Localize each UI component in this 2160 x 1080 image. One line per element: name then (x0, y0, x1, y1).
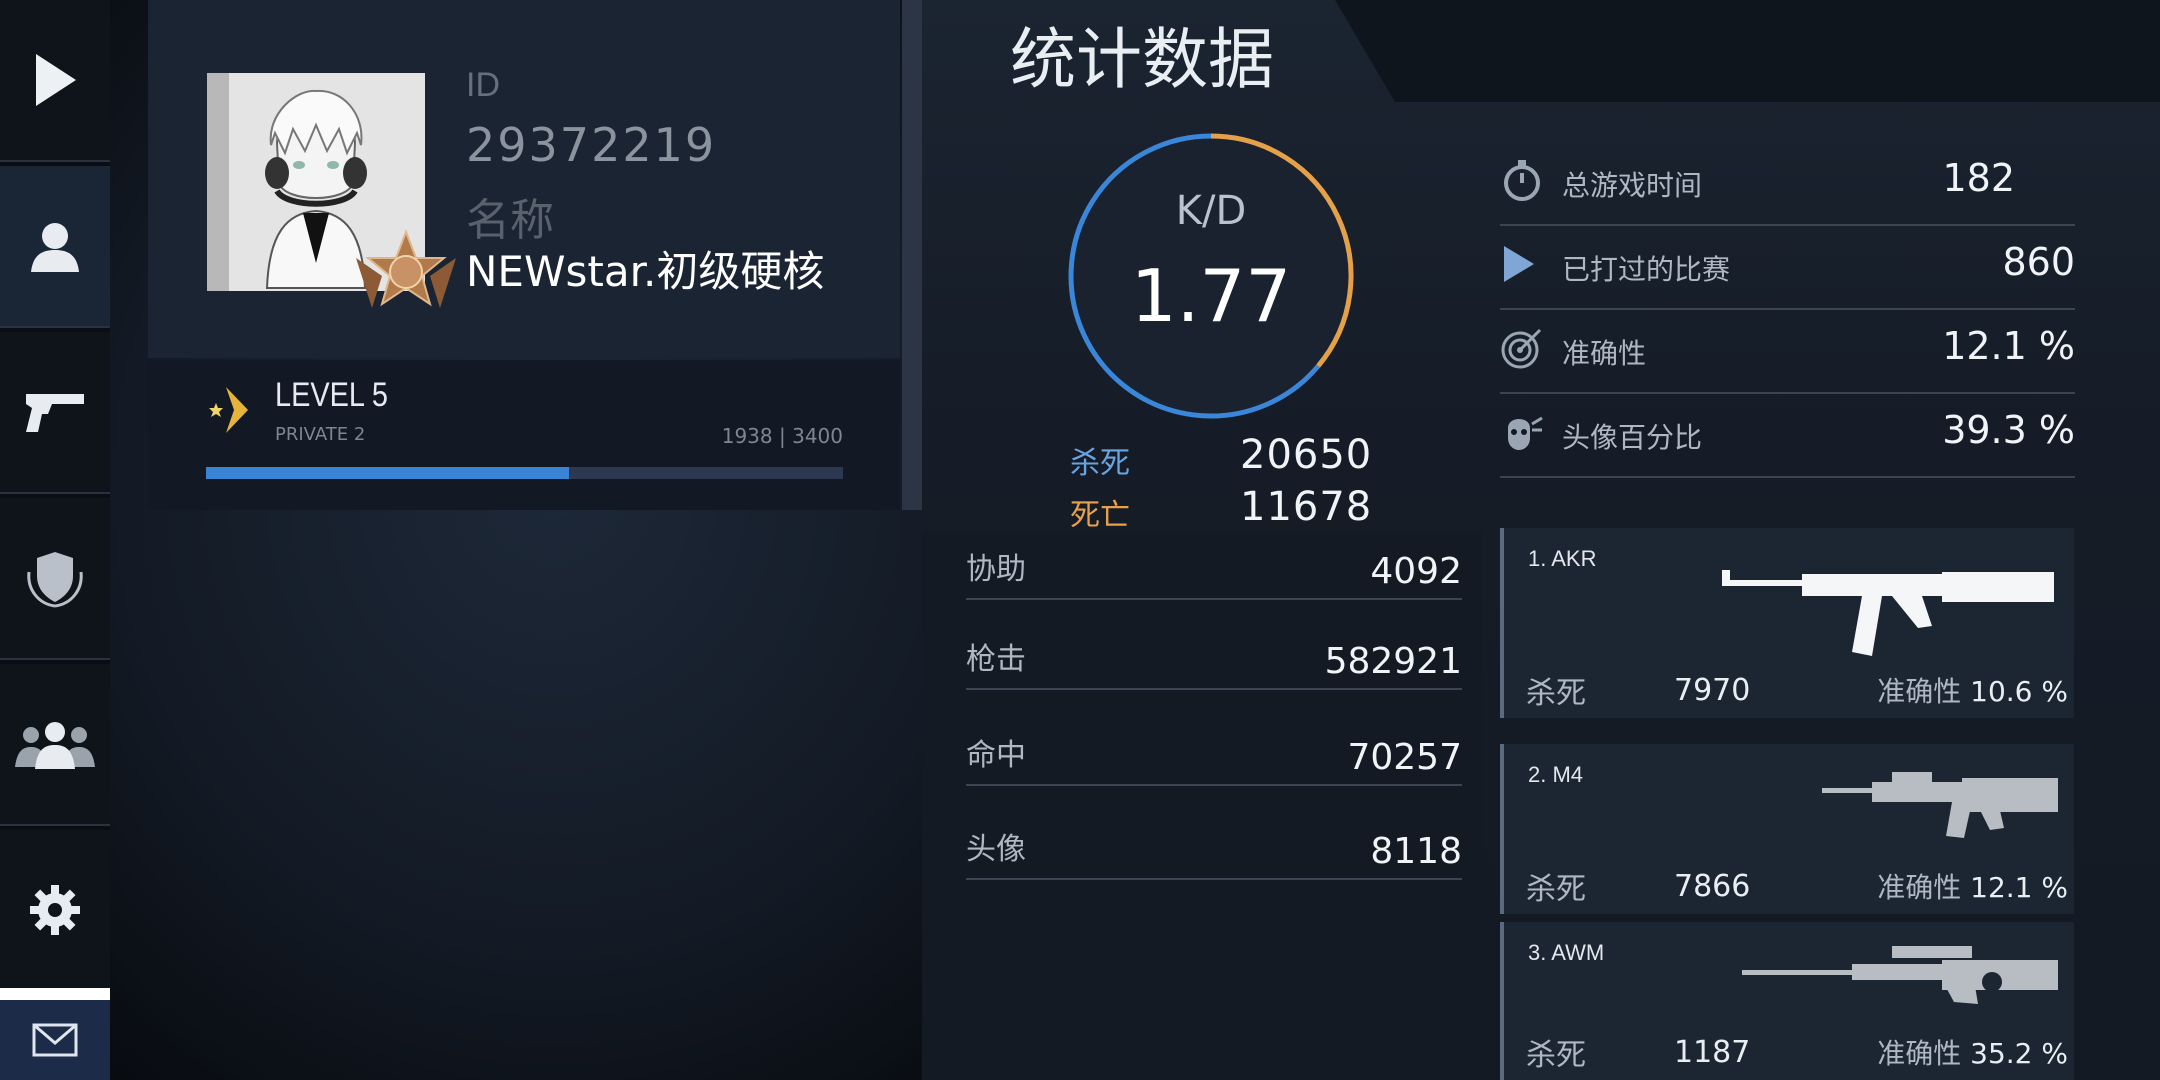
stat-row-headshots: 头像 8118 (966, 818, 1462, 880)
weapon-acc-value: 35.2 % (1970, 1037, 2068, 1070)
weapon-card-m4[interactable]: 2. M4 杀死 7866 准确性 12.1 % (1500, 744, 2074, 914)
rank-name: PRIVATE 2 (275, 424, 366, 445)
kd-value: 1.77 (1130, 254, 1292, 338)
id-label: ID (466, 66, 500, 104)
summary-label: 总游戏时间 (1562, 169, 1703, 202)
nav-achievements-button[interactable] (0, 498, 110, 660)
rifle-m4-icon (1822, 772, 2058, 838)
summary-value: 12.1 % (1942, 324, 2075, 368)
stat-label: 头像 (966, 832, 1026, 867)
misc-stats-panel (922, 532, 1482, 1080)
kd-label: K/D (1175, 188, 1247, 234)
weapon-kills: 7866 (1674, 869, 1751, 904)
summary-row-accuracy: 准确性 12.1 % (1500, 308, 2075, 394)
xp-total: 3400 (792, 424, 843, 448)
pistol-icon (26, 394, 84, 432)
summary-row-playtime: 总游戏时间 182 (1500, 140, 2075, 226)
nav-mail-button[interactable] (0, 1000, 110, 1080)
mail-icon (32, 1023, 78, 1057)
nav-play-button[interactable] (0, 0, 110, 162)
stats-title: 统计数据 (1010, 21, 1274, 98)
summary-value: 182 (1942, 156, 2015, 200)
stat-value: 582921 (1324, 641, 1462, 682)
rifle-akr-icon (1722, 570, 2054, 656)
kills-value: 20650 (1240, 432, 1373, 478)
xp-readout: 1938 | 3400 (722, 424, 843, 448)
weapon-card-akr[interactable]: 1. AKR 杀死 7970 准确性 10.6 % (1500, 528, 2074, 718)
weapon-accuracy: 准确性 12.1 % (1877, 866, 2068, 906)
weapon-kill-label: 杀死 (1526, 676, 1586, 711)
rank-chevron-icon (209, 387, 248, 433)
deaths-label: 死亡 (1070, 498, 1130, 533)
id-value: 29372219 (466, 118, 717, 172)
play-icon (1504, 246, 1534, 282)
gear-icon (30, 885, 80, 935)
stat-row-shots: 枪击 582921 (966, 628, 1462, 690)
target-icon (1501, 328, 1542, 369)
kills-label: 杀死 (1070, 446, 1130, 481)
summary-row-headshot-pct: 头像百分比 39.3 % (1500, 392, 2075, 478)
nav-profile-button[interactable] (0, 166, 110, 328)
play-icon (36, 54, 76, 106)
weapon-name: 2. M4 (1528, 762, 1584, 787)
veteran-badge (356, 229, 456, 308)
summary-label: 准确性 (1562, 337, 1647, 370)
weapon-name: 1. AKR (1528, 546, 1597, 571)
weapon-accuracy: 准确性 35.2 % (1877, 1032, 2068, 1072)
summary-value: 860 (2002, 240, 2075, 284)
stat-row-assists: 协助 4092 (966, 538, 1462, 600)
summary-row-matches: 已打过的比赛 860 (1500, 224, 2075, 310)
header-strip (1335, 0, 2160, 102)
xp-current: 1938 (721, 424, 773, 448)
stat-row-hits: 命中 70257 (966, 724, 1462, 786)
weapon-kills: 1187 (1674, 1035, 1751, 1070)
xp-separator: | (778, 424, 786, 448)
weapon-kills: 7970 (1674, 673, 1751, 708)
weapon-acc-value: 10.6 % (1970, 675, 2068, 708)
stat-value: 8118 (1370, 831, 1462, 872)
stat-label: 命中 (966, 738, 1026, 773)
profile-icon (31, 223, 79, 272)
weapon-card-awm[interactable]: 3. AWM 杀死 1187 准确性 35.2 % (1500, 922, 2074, 1080)
weapon-kill-label: 杀死 (1526, 872, 1586, 907)
nav-settings-button[interactable] (0, 830, 110, 992)
nav-friends-button[interactable] (0, 664, 110, 826)
summary-label: 头像百分比 (1562, 421, 1703, 454)
stat-label: 枪击 (966, 642, 1026, 677)
headshot-icon (1508, 416, 1543, 450)
nav-separator (0, 988, 110, 1000)
stat-label: 协助 (966, 552, 1026, 587)
friends-icon (15, 722, 95, 769)
stopwatch-icon (1504, 160, 1540, 201)
weapon-accuracy: 准确性 10.6 % (1877, 670, 2068, 710)
weapon-acc-value: 12.1 % (1970, 871, 2068, 904)
shield-icon (27, 552, 83, 608)
sidebar-nav (0, 0, 110, 1080)
deaths-value: 11678 (1240, 484, 1373, 530)
panel-divider (902, 0, 922, 510)
weapon-acc-label: 准确性 (1877, 871, 1962, 904)
rifle-awm-icon (1742, 946, 2058, 1004)
summary-value: 39.3 % (1942, 408, 2075, 452)
weapon-acc-label: 准确性 (1877, 675, 1962, 708)
player-name: NEWstar.初级硬核 (466, 247, 825, 296)
xp-progress-bar (206, 467, 843, 479)
nav-weapons-button[interactable] (0, 332, 110, 494)
weapon-name: 3. AWM (1528, 940, 1605, 965)
weapon-acc-label: 准确性 (1877, 1037, 1962, 1070)
xp-progress-fill (206, 467, 570, 479)
stat-value: 4092 (1370, 551, 1462, 592)
weapon-kill-label: 杀死 (1526, 1038, 1586, 1073)
stat-value: 70257 (1347, 737, 1462, 778)
level-title: LEVEL 5 (275, 376, 389, 414)
summary-label: 已打过的比赛 (1562, 253, 1731, 286)
